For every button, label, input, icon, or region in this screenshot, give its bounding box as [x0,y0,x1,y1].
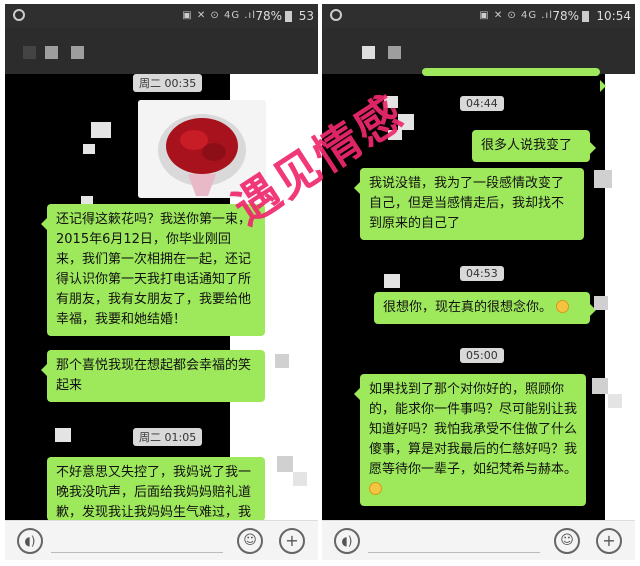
emoji-icon[interactable]: ☺ [554,528,580,554]
smile-emoji-icon [556,300,570,313]
clock: 53 [298,9,314,23]
avatar-mosaic [608,394,622,408]
plus-icon[interactable]: + [279,528,305,554]
avatar-mosaic [384,274,400,288]
avatar-mosaic [293,472,307,486]
message-timestamp: 周二 00:35 [133,74,203,92]
battery-icon [285,11,292,22]
message-timestamp: 周二 01:05 [133,428,203,446]
message-timestamp: 05:00 [460,348,504,363]
avatar-mosaic [275,354,289,368]
battery-level: 78% [255,9,282,23]
chat-message[interactable]: 很想你，现在真的很想念你。 [374,292,596,324]
voice-icon[interactable]: ◖) [17,528,43,554]
message-timestamp: 04:53 [460,266,504,281]
avatar-mosaic [594,170,612,188]
avatar-mosaic [277,456,293,472]
back-icon[interactable] [23,46,36,59]
avatar-mosaic [55,428,71,442]
plus-icon[interactable]: + [596,528,622,554]
avatar-mosaic [594,296,608,310]
smile-emoji-icon [369,482,382,495]
clock: 10:54 [596,9,631,23]
message-timestamp: 04:44 [460,96,504,111]
chat-background-right [605,74,635,521]
contact-name-mosaic [45,46,58,59]
app-notification-icon [330,9,342,21]
avatar-mosaic [592,378,608,394]
chat-message[interactable]: 不好意思又失控了，我妈说了我一晚我没吭声，后面给我妈妈赔礼道歉，发现我让我妈妈生… [47,457,265,521]
signal-icons: ▣ ✕ ⊙ 4G .ıl [182,10,256,21]
message-text: 如果找到了那个对你好的，照顾你的，能求你一件事吗？尽可能别让我知道好吗？我怕我承… [369,382,578,477]
signal-icons: ▣ ✕ ⊙ 4G .ıl [479,10,553,21]
message-input[interactable] [368,552,540,553]
chat-message[interactable]: 如果找到了那个对你好的，照顾你的，能求你一件事吗？尽可能别让我知道好吗？我怕我承… [354,374,586,506]
battery-icon [582,11,589,22]
message-text: 很想你，现在真的很想念你。 [383,300,553,315]
chat-message[interactable]: 我说没错，我为了一段感情改变了自己，但是当感情走后，我却找不到原来的自己了 [354,168,584,240]
chat-message-partial [422,68,606,92]
voice-icon[interactable]: ◖) [334,528,360,554]
status-bar: ▣ ✕ ⊙ 4G .ıl 78% 10:54 [322,4,635,28]
app-notification-icon [13,9,25,21]
status-bar: ▣ ✕ ⊙ 4G .ıl 78% 53 [5,4,318,28]
avatar-mosaic [91,122,111,138]
chat-message[interactable]: 那个喜悦我现在想起都会幸福的笑起来 [41,350,265,402]
input-bar: ◖) ☺ + [322,520,635,560]
contact-name-mosaic [362,46,375,59]
contact-name-mosaic [71,46,84,59]
contact-name-mosaic [388,46,401,59]
emoji-icon[interactable]: ☺ [237,528,263,554]
chat-title-bar [5,28,318,74]
chat-message[interactable]: 很多人说我变了 [472,130,596,162]
chat-message[interactable]: 还记得这簌花吗？我送你第一束，2015年6月12日，你毕业刚回来，我们第一次相拥… [41,204,265,336]
battery-level: 78% [552,9,579,23]
input-bar: ◖) ☺ + [5,520,318,560]
avatar-mosaic [83,144,95,154]
left-chat-screenshot: ▣ ✕ ⊙ 4G .ıl 78% 53 周二 00:35 还记得这簌花吗？我送你… [5,4,318,560]
message-input[interactable] [51,552,223,553]
